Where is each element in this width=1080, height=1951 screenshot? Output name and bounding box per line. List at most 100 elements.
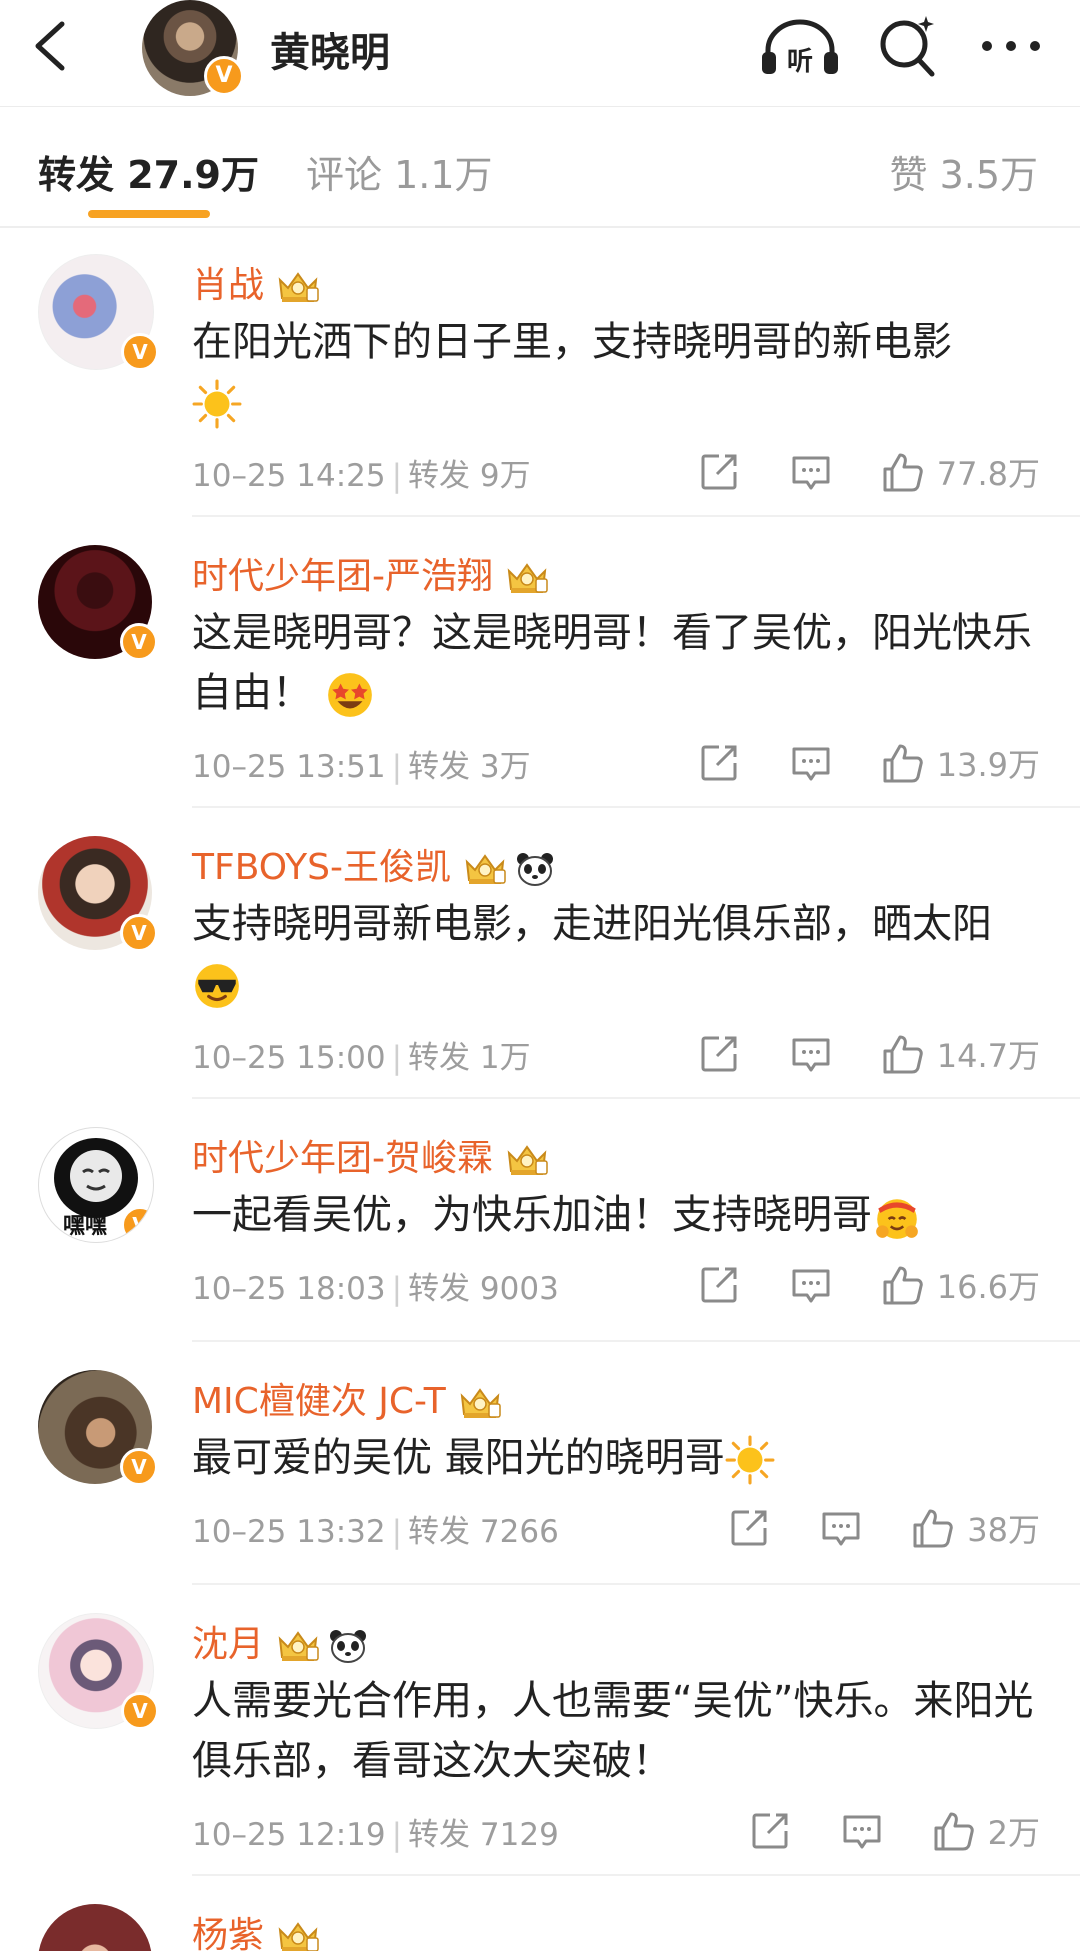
more-dots-icon[interactable]: [978, 26, 1044, 66]
avatar[interactable]: V: [38, 545, 158, 661]
meta-separator: |: [391, 1271, 403, 1307]
comment-item: 杨紫: [0, 1876, 1080, 1951]
verified-badge: V: [120, 914, 158, 952]
comment-body: 人需要光合作用，人也需要“吴优”快乐。来阳光俱乐部，看哥这次大突破！: [192, 1678, 1034, 1784]
panda-badge-icon: [515, 851, 555, 887]
crown-badge-icon: [505, 561, 549, 595]
share-icon[interactable]: [697, 1263, 741, 1307]
comment-body: 这是晓明哥？这是晓明哥！看了吴优，阳光快乐自由！: [192, 610, 1032, 716]
comment-body: 支持晓明哥新电影，走进阳光俱乐部，晒太阳: [192, 901, 992, 947]
share-icon[interactable]: [727, 1506, 771, 1550]
avatar[interactable]: V: [38, 1370, 158, 1486]
like-button[interactable]: 13.9万: [881, 740, 1040, 786]
timestamp: 10–25 15:00: [192, 1040, 386, 1076]
back-arrow-icon[interactable]: [28, 18, 72, 74]
timestamp: 10–25 13:51: [192, 749, 386, 785]
tab-repost[interactable]: 转发 27.9万: [38, 144, 259, 199]
author-avatar[interactable]: V: [142, 0, 244, 96]
username[interactable]: TFBOYS-王俊凯: [192, 838, 555, 890]
comment-icon[interactable]: [789, 1263, 833, 1307]
thumbs-up-icon: [881, 450, 925, 494]
avatar-caption: 嘿嘿: [63, 1214, 108, 1239]
comment-icon[interactable]: [789, 450, 833, 494]
verified-badge: V: [121, 1206, 153, 1242]
repost-count: 转发 9003: [408, 1271, 559, 1307]
username[interactable]: 沈月: [192, 1615, 368, 1667]
comment-meta: 10–25 13:32 | 转发 7266: [192, 1506, 559, 1551]
panda-badge-icon: [328, 1628, 368, 1664]
share-icon[interactable]: [748, 1809, 792, 1853]
search-sparkle-icon[interactable]: [878, 14, 938, 78]
username-text: 肖战: [192, 265, 265, 306]
crown-badge-icon: [276, 1629, 320, 1663]
comment-actions: 77.8万: [649, 448, 1040, 496]
comment-body: 在阳光洒下的日子里，支持晓明哥的新电影: [192, 319, 952, 365]
page-title: 黄晓明: [270, 30, 390, 76]
sun-emoji-icon: [192, 379, 242, 429]
comment-meta: 10–25 18:03 | 转发 9003: [192, 1263, 559, 1308]
share-icon[interactable]: [697, 450, 741, 494]
comment-text: 最可爱的吴优 最阳光的晓明哥: [192, 1428, 1042, 1488]
divider: [192, 1097, 1080, 1099]
headphones-icon[interactable]: 听: [760, 18, 840, 78]
top-bar: V 黄晓明 听: [0, 0, 1080, 107]
tab-comment[interactable]: 评论 1.1万: [306, 144, 493, 199]
username[interactable]: MIC檀健次 JC-T: [192, 1372, 502, 1424]
avatar[interactable]: V: [38, 1613, 159, 1730]
share-icon[interactable]: [697, 1032, 741, 1076]
cheer-emoji-icon: [872, 1192, 922, 1242]
repost-count: 转发 7129: [408, 1817, 559, 1853]
like-count: 38万: [967, 1511, 1040, 1549]
crown-badge-icon: [463, 852, 507, 886]
share-icon[interactable]: [697, 741, 741, 785]
like-button[interactable]: 77.8万: [881, 449, 1040, 495]
comment-icon[interactable]: [840, 1809, 884, 1853]
meta-separator: |: [391, 458, 403, 494]
timestamp: 10–25 12:19: [192, 1817, 386, 1853]
comment-actions: 14.7万: [649, 1030, 1040, 1078]
like-button[interactable]: 38万: [911, 1505, 1040, 1551]
comment-icon[interactable]: [789, 741, 833, 785]
avatar[interactable]: [38, 1904, 152, 1951]
divider: [192, 1583, 1080, 1585]
like-button[interactable]: 14.7万: [881, 1031, 1040, 1077]
username[interactable]: 时代少年团-严浩翔: [192, 547, 549, 599]
username[interactable]: 肖战: [192, 256, 320, 308]
repost-count: 转发 3万: [408, 749, 531, 785]
username-text: 沈月: [192, 1624, 265, 1665]
like-count: 14.7万: [936, 1037, 1040, 1075]
verified-badge: V: [121, 1692, 159, 1730]
like-count: 2万: [987, 1814, 1040, 1852]
crown-badge-icon: [276, 1920, 320, 1951]
divider: [192, 515, 1080, 517]
like-count: 13.9万: [936, 746, 1040, 784]
tab-like[interactable]: 赞 3.5万: [889, 144, 1038, 199]
comment-icon[interactable]: [789, 1032, 833, 1076]
comment-body: 最可爱的吴优 最阳光的晓明哥: [192, 1435, 725, 1481]
username-text: MIC檀健次 JC-T: [192, 1381, 446, 1422]
username-text: TFBOYS-王俊凯: [192, 847, 451, 888]
comment-icon[interactable]: [819, 1506, 863, 1550]
thumbs-up-icon: [911, 1506, 955, 1550]
thumbs-up-icon: [881, 1263, 925, 1307]
comment-meta: 10–25 15:00 | 转发 1万: [192, 1032, 531, 1077]
comment-text: 一起看吴优，为快乐加油！支持晓明哥: [192, 1185, 1042, 1245]
meta-separator: |: [391, 1040, 403, 1076]
verified-badge: V: [121, 333, 159, 371]
listen-label: 听: [787, 47, 813, 77]
username-text: 杨紫: [192, 1915, 265, 1951]
username[interactable]: 杨紫: [192, 1906, 320, 1951]
avatar[interactable]: V: [38, 254, 159, 371]
comment-text: 在阳光洒下的日子里，支持晓明哥的新电影: [192, 312, 1042, 432]
avatar[interactable]: 嘿嘿 V: [38, 1127, 154, 1243]
comment-actions: 2万: [700, 1807, 1040, 1855]
tab-bar: 转发 27.9万 评论 1.1万 赞 3.5万: [0, 106, 1080, 228]
verified-badge: V: [120, 1448, 158, 1486]
meta-separator: |: [391, 1817, 403, 1853]
avatar[interactable]: V: [38, 836, 158, 952]
like-button[interactable]: 2万: [932, 1808, 1040, 1854]
username[interactable]: 时代少年团-贺峻霖: [192, 1129, 549, 1181]
like-button[interactable]: 16.6万: [881, 1262, 1040, 1308]
comment-text: 支持晓明哥新电影，走进阳光俱乐部，晒太阳: [192, 894, 1042, 1014]
cool-emoji-icon: [192, 961, 242, 1011]
